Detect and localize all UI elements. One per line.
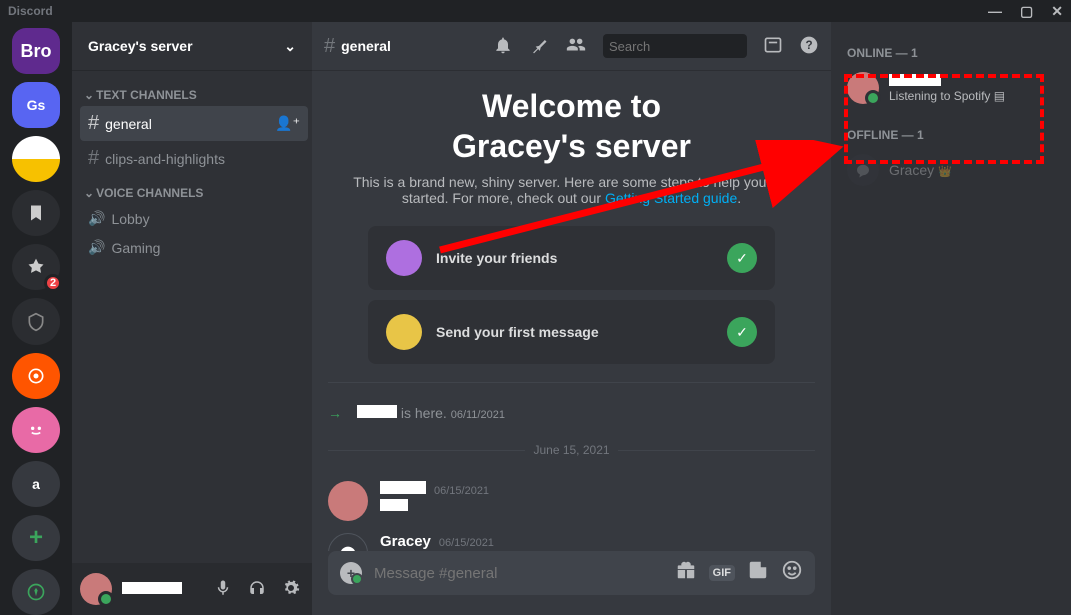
message-input[interactable]	[374, 565, 663, 582]
member-avatar	[847, 154, 879, 186]
hash-icon: #	[324, 35, 335, 58]
guild-item[interactable]	[12, 298, 60, 344]
offline-header: Offline — 1	[839, 120, 1063, 150]
headphones-icon[interactable]	[244, 575, 270, 604]
invite-icon	[386, 240, 422, 276]
chat-area: # general ? Welcome to Gracey's server Th…	[312, 22, 831, 615]
inbox-icon[interactable]	[763, 35, 783, 58]
speaker-icon: 🔊	[88, 210, 105, 227]
emoji-icon[interactable]	[781, 559, 803, 587]
server-name: Gracey's server	[88, 38, 193, 54]
gif-button[interactable]: GIF	[709, 565, 735, 581]
attach-button[interactable]: +	[340, 562, 362, 584]
guild-item[interactable]	[12, 190, 60, 236]
redacted-username	[380, 481, 426, 494]
guild-list: Bro Gs 2 a +	[0, 22, 72, 615]
voice-lobby[interactable]: 🔊Lobby	[80, 204, 308, 233]
composer: + GIF	[312, 551, 831, 615]
sticker-icon[interactable]	[747, 559, 769, 587]
search-input[interactable]	[609, 39, 785, 54]
chevron-down-icon: ⌄	[284, 38, 296, 55]
server-header[interactable]: Gracey's server ⌄	[72, 22, 312, 70]
message-input-box[interactable]: + GIF	[328, 551, 815, 595]
online-header: Online — 1	[839, 38, 1063, 68]
check-icon: ✓	[727, 317, 757, 347]
notification-badge: 2	[44, 274, 62, 292]
category-voice[interactable]: ⌄Voice Channels	[80, 176, 308, 204]
system-join-message: → is here. 06/11/2021	[328, 401, 815, 425]
redacted-content	[380, 499, 408, 511]
welcome-title2: Gracey's server	[328, 126, 815, 166]
date-divider: June 15, 2021	[328, 443, 815, 457]
member-offline[interactable]: Gracey👑	[839, 150, 1063, 190]
guild-bro[interactable]: Bro	[12, 28, 60, 74]
category-text[interactable]: ⌄Text Channels	[80, 78, 308, 106]
welcome-block: Welcome to Gracey's server This is a bra…	[328, 86, 815, 206]
redacted-username	[357, 405, 397, 418]
invite-card[interactable]: Invite your friends ✓	[368, 226, 775, 290]
channel-general[interactable]: #general 👤⁺	[80, 106, 308, 141]
message-item: 06/15/2021	[328, 475, 815, 527]
settings-icon[interactable]	[278, 575, 304, 604]
welcome-desc: This is a brand new, shiny server. Here …	[328, 174, 815, 206]
join-arrow-icon: →	[328, 405, 342, 421]
svg-text:?: ?	[805, 39, 812, 52]
voice-gaming[interactable]: 🔊Gaming	[80, 233, 308, 262]
search-box[interactable]	[603, 34, 747, 58]
explore-button[interactable]	[12, 569, 60, 615]
mic-icon[interactable]	[210, 575, 236, 604]
guild-selected[interactable]: Gs	[12, 82, 60, 128]
channel-clips[interactable]: #clips-and-highlights	[80, 141, 308, 176]
help-icon[interactable]: ?	[799, 35, 819, 58]
gift-icon[interactable]	[675, 559, 697, 587]
channel-title: general	[341, 38, 391, 54]
user-avatar[interactable]	[80, 573, 112, 605]
message-list: Welcome to Gracey's server This is a bra…	[312, 70, 831, 551]
pinned-icon[interactable]	[529, 35, 549, 58]
message-icon	[386, 314, 422, 350]
check-icon: ✓	[727, 243, 757, 273]
member-list: Online — 1 Listening to Spotify ▤ Offlin…	[831, 22, 1071, 615]
guild-item[interactable]	[12, 407, 60, 453]
user-panel	[72, 563, 312, 615]
guild-item[interactable]	[12, 136, 60, 182]
send-message-card[interactable]: Send your first message ✓	[368, 300, 775, 364]
hash-icon: #	[88, 112, 99, 135]
rich-presence-icon: ▤	[994, 89, 1005, 103]
speaker-icon: 🔊	[88, 239, 105, 256]
message-item: Gracey06/15/2021 check	[328, 527, 815, 551]
titlebar: Discord — ▢ ✕	[0, 0, 1071, 22]
guild-item[interactable]: 2	[12, 244, 60, 290]
hash-icon: #	[88, 147, 99, 170]
guild-a[interactable]: a	[12, 461, 60, 507]
member-avatar	[847, 72, 879, 104]
guild-item[interactable]	[12, 353, 60, 399]
avatar[interactable]	[328, 533, 368, 551]
notifications-icon[interactable]	[493, 35, 513, 58]
invite-icon[interactable]: 👤⁺	[275, 115, 300, 132]
username[interactable]	[120, 582, 202, 597]
message-author[interactable]: Gracey	[380, 533, 431, 550]
add-server-button[interactable]: +	[12, 515, 60, 561]
maximize-icon[interactable]: ▢	[1020, 3, 1033, 20]
member-online[interactable]: Listening to Spotify ▤	[839, 68, 1063, 108]
avatar[interactable]	[328, 481, 368, 521]
chat-header: # general ?	[312, 22, 831, 70]
welcome-title1: Welcome to	[328, 86, 815, 126]
close-icon[interactable]: ✕	[1051, 3, 1063, 20]
minimize-icon[interactable]: —	[988, 3, 1002, 20]
crown-icon: 👑	[938, 166, 952, 178]
member-list-icon[interactable]	[565, 34, 587, 59]
redacted-username	[889, 74, 941, 86]
getting-started-link[interactable]: Getting Started guide	[605, 190, 737, 206]
channel-sidebar: Gracey's server ⌄ ⌄Text Channels #genera…	[72, 22, 312, 615]
app-name: Discord	[8, 4, 53, 18]
